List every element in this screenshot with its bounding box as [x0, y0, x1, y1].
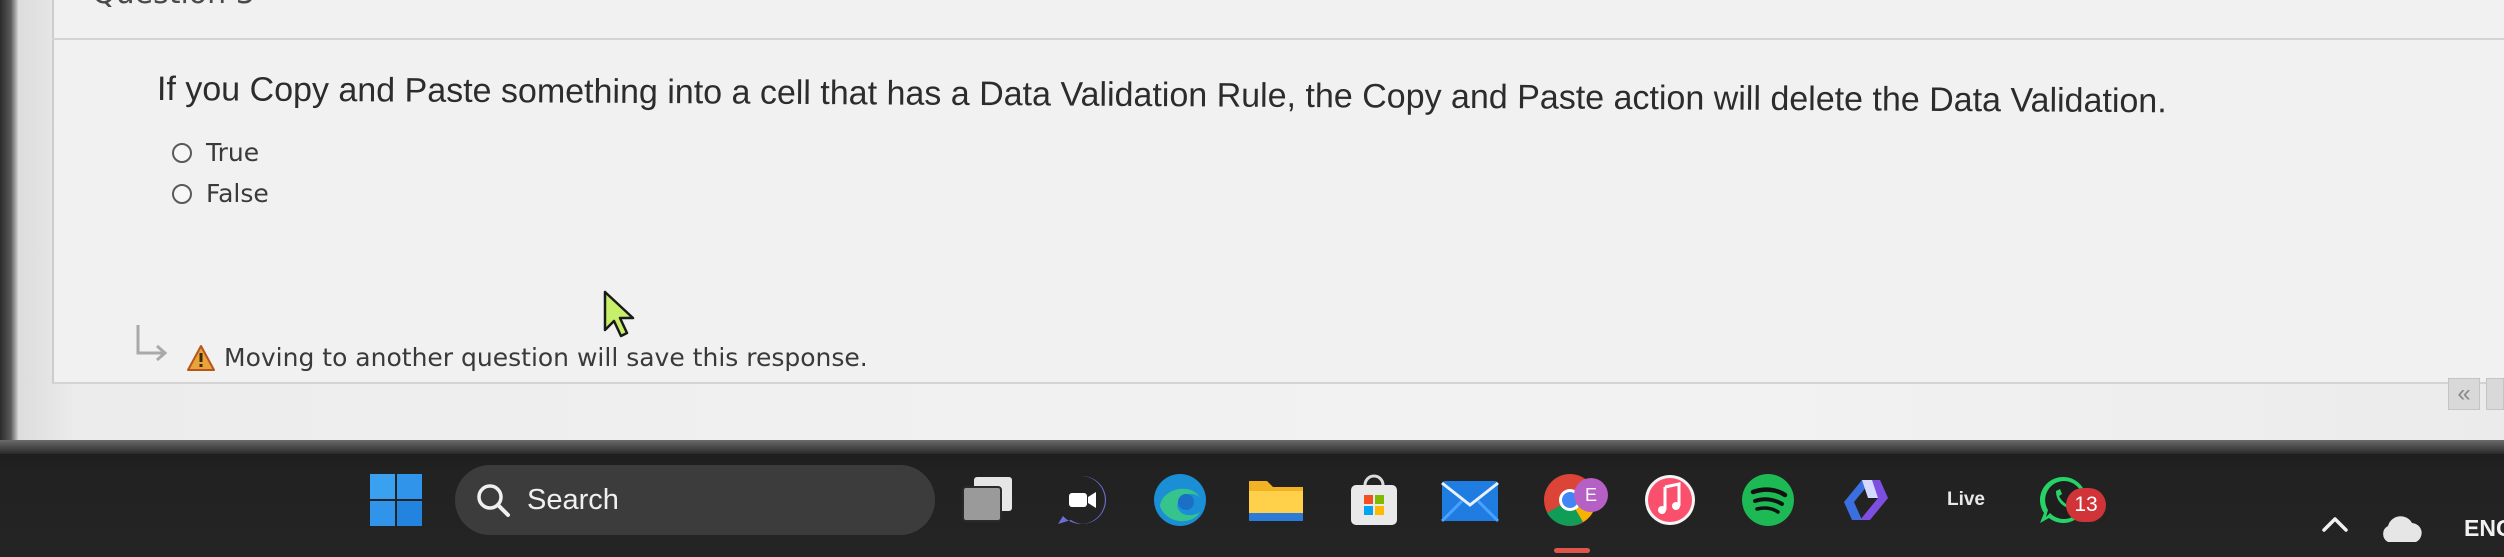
copilot-icon [1844, 480, 1888, 520]
screen-left-bezel [0, 0, 18, 440]
windows-start-button[interactable] [366, 470, 426, 530]
file-explorer-button[interactable] [1246, 470, 1306, 530]
option-true[interactable]: True [172, 138, 259, 167]
teams-chat-button[interactable] [1052, 470, 1112, 530]
itunes-icon [1645, 475, 1695, 525]
save-notice: Moving to another question will save thi… [186, 343, 868, 372]
windows-logo-icon [370, 474, 422, 526]
collapse-panel-button[interactable]: « [2448, 378, 2480, 410]
spotify-button[interactable] [1738, 470, 1798, 530]
chrome-profile-badge: E [1574, 478, 1608, 512]
live-app-label: Live [1946, 489, 1986, 510]
search-label: Search [527, 483, 619, 516]
store-bag-icon [1351, 474, 1397, 525]
teams-chat-icon [1058, 476, 1106, 524]
whatsapp-notification-badge: 13 [2066, 488, 2106, 522]
search-icon [477, 484, 510, 517]
itunes-button[interactable] [1640, 470, 1700, 530]
return-arrow-icon [136, 325, 168, 362]
question-card [52, 0, 2504, 384]
task-view-icon [962, 477, 1012, 522]
option-true-label[interactable]: True [206, 138, 259, 167]
mouse-pointer-icon [603, 290, 635, 338]
task-view-button[interactable] [958, 470, 1018, 530]
heading-divider [52, 38, 2504, 40]
taskbar-search-box[interactable]: Search [455, 465, 935, 535]
option-false-label[interactable]: False [206, 179, 269, 208]
spotify-icon [1742, 474, 1794, 526]
mail-button[interactable] [1440, 470, 1500, 530]
onedrive-cloud-icon[interactable] [2378, 514, 2426, 544]
mail-icon [1440, 481, 1500, 523]
warning-icon [187, 344, 215, 371]
panel-edge-button[interactable] [2486, 378, 2504, 410]
screen: Question 3 If you Copy and Paste somethi… [0, 0, 2504, 557]
chevron-up-icon[interactable] [2320, 512, 2350, 536]
language-indicator[interactable]: ENG [2464, 515, 2504, 542]
option-false[interactable]: False [172, 179, 269, 208]
microsoft-store-button[interactable] [1344, 470, 1404, 530]
chrome-active-indicator [1554, 548, 1590, 553]
folder-icon [1249, 481, 1303, 521]
question-heading: Question 3 [92, 0, 255, 11]
taskbar-top-rim [0, 440, 2504, 454]
edge-icon [1154, 474, 1206, 526]
save-notice-text: Moving to another question will save thi… [224, 343, 868, 372]
false-radio-button[interactable] [172, 183, 192, 204]
true-radio-button[interactable] [172, 142, 192, 163]
edge-browser-button[interactable] [1150, 470, 1210, 530]
copilot-button[interactable] [1836, 470, 1896, 530]
live-app-button[interactable]: Live [1936, 470, 1996, 530]
